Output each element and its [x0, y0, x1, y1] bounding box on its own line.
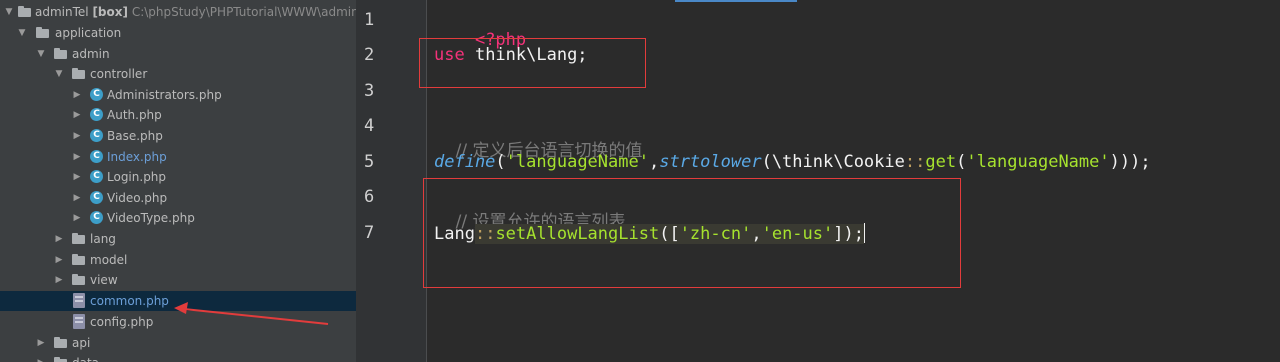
tree-item-label: config.php: [90, 315, 154, 329]
root-name: adminTel: [35, 5, 89, 19]
tree-item-data[interactable]: ▶ data: [0, 353, 356, 362]
line-number: 6: [364, 187, 375, 207]
folder-icon: [72, 68, 85, 79]
paren: )));: [1109, 152, 1151, 172]
chevron-right-icon[interactable]: ▶: [36, 333, 46, 353]
tree-item-label: controller: [90, 67, 148, 81]
tree-item-label: data: [72, 353, 99, 362]
php-class-icon: C: [90, 170, 103, 183]
paren: (: [495, 152, 506, 172]
tree-item-label: Base.php: [107, 129, 163, 143]
chevron-down-icon[interactable]: ▼: [17, 23, 27, 43]
tree-item-view[interactable]: ▶ view: [0, 270, 356, 290]
strtolower-function: strtolower: [659, 152, 762, 172]
line-number: 7: [364, 223, 375, 243]
tree-item-videotype[interactable]: ▶ C VideoType.php: [0, 208, 356, 228]
active-tab-indicator: [675, 0, 797, 2]
php-class-icon: C: [90, 129, 103, 142]
php-class-icon: C: [90, 150, 103, 163]
root-suffix: [box]: [92, 5, 128, 19]
tree-item-label: api: [72, 336, 91, 350]
folder-icon: [72, 233, 85, 244]
tree-item-label: Video.php: [107, 191, 168, 205]
folder-icon: [54, 48, 67, 59]
tree-item-index[interactable]: ▶ C Index.php: [0, 147, 356, 167]
get-method: get: [925, 152, 957, 172]
string-literal: 'languageName': [966, 152, 1110, 172]
chevron-right-icon[interactable]: ▶: [72, 208, 82, 228]
tree-item-model[interactable]: ▶ model: [0, 250, 356, 270]
chevron-right-icon[interactable]: ▶: [36, 353, 46, 362]
scope-operator: ::: [904, 152, 926, 172]
php-class-icon: C: [90, 108, 103, 121]
tree-item-label: admin: [72, 47, 110, 61]
chevron-right-icon[interactable]: ▶: [54, 270, 64, 290]
folder-icon: [54, 337, 67, 348]
folder-icon: [18, 6, 31, 17]
tree-item-application[interactable]: ▼ application: [0, 23, 356, 43]
tree-item-auth[interactable]: ▶ C Auth.php: [0, 105, 356, 125]
chevron-right-icon[interactable]: ▶: [72, 147, 82, 167]
chevron-right-icon[interactable]: ▶: [72, 85, 82, 105]
tree-item-label: Index.php: [107, 150, 167, 164]
chevron-down-icon[interactable]: ▼: [36, 44, 46, 64]
tree-item-api[interactable]: ▶ api: [0, 333, 356, 353]
line-number: 4: [364, 116, 375, 136]
folder-icon: [72, 274, 85, 285]
tree-item-label: common.php: [90, 294, 169, 308]
annotation-box-use: [419, 38, 646, 88]
php-class-icon: C: [90, 88, 103, 101]
code-line-5[interactable]: define('languageName',strtolower(\think\…: [434, 152, 1151, 172]
tree-item-label: application: [55, 26, 122, 40]
folder-icon: [72, 254, 85, 265]
tree-root[interactable]: ▼ adminTel [box] C:\phpStudy\PHPTutorial…: [0, 2, 356, 22]
chevron-right-icon[interactable]: ▶: [54, 229, 64, 249]
paren: (: [956, 152, 967, 172]
line-number: 3: [364, 81, 375, 101]
class-path: (\think\Cookie: [761, 152, 905, 172]
tree-item-admin[interactable]: ▼ admin: [0, 44, 356, 64]
line-number: 2: [364, 45, 375, 65]
tree-item-login[interactable]: ▶ C Login.php: [0, 167, 356, 187]
define-function: define: [434, 152, 496, 172]
tree-item-config[interactable]: config.php: [0, 312, 356, 332]
string-literal: 'languageName': [505, 152, 649, 172]
annotation-box-lang-list: [423, 178, 961, 288]
tree-item-controller[interactable]: ▼ controller: [0, 64, 356, 84]
chevron-right-icon[interactable]: ▶: [72, 105, 82, 125]
tree-item-label: lang: [90, 232, 116, 246]
chevron-right-icon[interactable]: ▶: [72, 188, 82, 208]
code-editor[interactable]: <?php use think\Lang; // 定义后台语言切换的值 defi…: [419, 0, 1280, 362]
tree-item-video[interactable]: ▶ C Video.php: [0, 188, 356, 208]
php-file-icon: [73, 314, 85, 329]
chevron-down-icon[interactable]: ▼: [4, 2, 14, 22]
tree-item-lang[interactable]: ▶ lang: [0, 229, 356, 249]
tree-item-label: view: [90, 273, 118, 287]
tree-item-label: model: [90, 253, 128, 267]
chevron-right-icon[interactable]: ▶: [72, 126, 82, 146]
line-number: 1: [364, 10, 375, 30]
root-path: C:\phpStudy\PHPTutorial\WWW\admin: [131, 5, 356, 19]
chevron-right-icon[interactable]: ▶: [54, 250, 64, 270]
tree-item-label: Auth.php: [107, 108, 162, 122]
php-class-icon: C: [90, 211, 103, 224]
php-class-icon: C: [90, 191, 103, 204]
line-number-gutter: 1 2 3 4 5 6 7: [358, 0, 427, 362]
comma: ,: [648, 152, 660, 172]
tree-item-base[interactable]: ▶ C Base.php: [0, 126, 356, 146]
tree-item-label: Login.php: [107, 170, 167, 184]
line-number: 5: [364, 152, 375, 172]
project-tree: ▼ adminTel [box] C:\phpStudy\PHPTutorial…: [0, 0, 356, 362]
chevron-right-icon[interactable]: ▶: [72, 167, 82, 187]
tree-item-administrators[interactable]: ▶ C Administrators.php: [0, 85, 356, 105]
folder-icon: [36, 27, 49, 38]
tree-item-label: Administrators.php: [107, 88, 222, 102]
tree-item-label: VideoType.php: [107, 211, 195, 225]
chevron-down-icon[interactable]: ▼: [54, 64, 64, 84]
php-file-icon: [73, 293, 85, 308]
tree-item-common[interactable]: common.php: [0, 291, 356, 311]
